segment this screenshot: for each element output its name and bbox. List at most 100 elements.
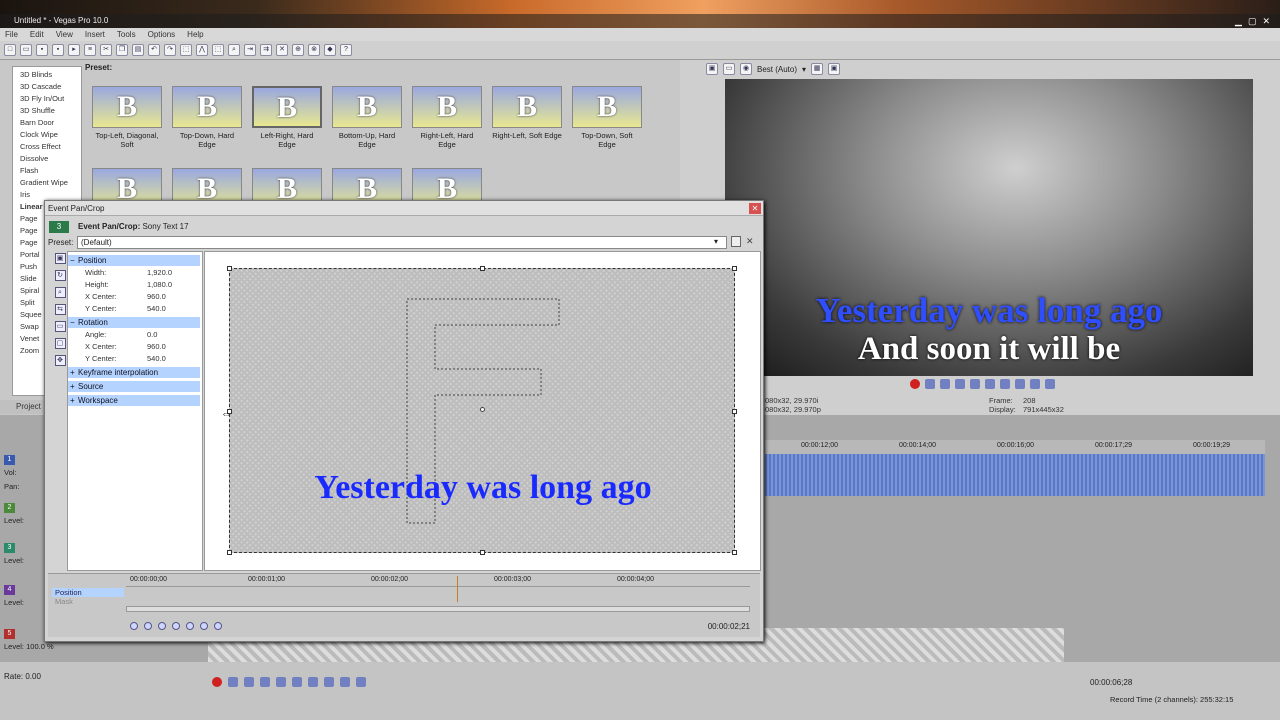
menu-tools[interactable]: Tools	[117, 28, 136, 41]
preview-properties-icon[interactable]: ▣	[706, 63, 718, 75]
collapse-icon[interactable]: −	[70, 255, 75, 266]
ignore-grouping-icon[interactable]: ⊗	[308, 44, 320, 56]
zoom-tool-icon[interactable]: ⌕	[228, 44, 240, 56]
transition-list-item[interactable]: 3D Fly In/Out	[20, 93, 81, 105]
chevron-down-icon[interactable]: ▾	[802, 65, 806, 74]
keyframe-track-position[interactable]: Position	[52, 588, 124, 597]
move-freely-icon[interactable]: ✥	[54, 355, 66, 366]
close-button[interactable]: ✕	[1262, 14, 1270, 28]
transition-list-item[interactable]: 3D Cascade	[20, 81, 81, 93]
record-icon[interactable]	[910, 379, 920, 389]
render-icon[interactable]: ▸	[68, 44, 80, 56]
transition-list-item[interactable]: Flash	[20, 165, 81, 177]
zoom-tool-icon[interactable]: ⌕	[54, 287, 66, 298]
chevron-down-icon[interactable]: ▾	[714, 237, 718, 246]
resize-handle[interactable]	[732, 550, 737, 555]
resize-handle[interactable]	[227, 550, 232, 555]
audio-waveform[interactable]	[765, 454, 1265, 496]
menu-insert[interactable]: Insert	[85, 28, 105, 41]
go-to-end-icon[interactable]	[1015, 379, 1025, 389]
previous-frame-icon[interactable]	[1030, 379, 1040, 389]
go-to-end-icon[interactable]	[324, 677, 334, 687]
expand-icon[interactable]: +	[70, 381, 75, 392]
keyframe-scrollbar[interactable]	[126, 606, 750, 612]
preview-fx-icon[interactable]: ◉	[740, 63, 752, 75]
copy-snapshot-icon[interactable]: ▣	[828, 63, 841, 75]
keyframe-ruler[interactable]: 00:00:00;00 00:00:01;00 00:00:02;00 00:00:0…	[130, 576, 750, 586]
track-header[interactable]: 4 Level:	[4, 584, 42, 630]
property-value[interactable]: 540.0	[147, 303, 166, 315]
crop-frame[interactable]: Yesterday was long ago	[227, 266, 737, 555]
transition-list-item[interactable]: 3D Blinds	[20, 69, 81, 81]
transition-list-item[interactable]: Dissolve	[20, 153, 81, 165]
paste-icon[interactable]: ▤	[132, 44, 144, 56]
property-value[interactable]: 960.0	[147, 341, 166, 353]
play-icon[interactable]	[260, 677, 270, 687]
next-keyframe-icon[interactable]	[172, 622, 180, 630]
resize-handle[interactable]	[732, 266, 737, 271]
last-keyframe-icon[interactable]	[186, 622, 194, 630]
open-icon[interactable]: ▭	[20, 44, 32, 56]
stop-icon[interactable]	[292, 677, 302, 687]
delete-preset-icon[interactable]: ✕	[746, 236, 754, 247]
transition-list-item[interactable]: Barn Door	[20, 117, 81, 129]
snap-icon[interactable]: ⇥	[244, 44, 256, 56]
dialog-close-icon[interactable]: ✕	[749, 203, 761, 214]
preset-thumbnail[interactable]: B Top-Down, Soft Edge	[572, 86, 642, 158]
go-to-start-icon[interactable]	[1000, 379, 1010, 389]
save-icon[interactable]: ▪	[36, 44, 48, 56]
transition-list-item[interactable]: 3D Shuffle	[20, 105, 81, 117]
envelope-tool-icon[interactable]: ⋀	[196, 44, 208, 56]
previous-frame-icon[interactable]	[340, 677, 350, 687]
new-icon[interactable]: □	[4, 44, 16, 56]
play-from-start-icon[interactable]	[940, 379, 950, 389]
resize-handle[interactable]	[480, 266, 485, 271]
property-group-workspace[interactable]: + Workspace	[68, 395, 200, 406]
delete-keyframe-icon[interactable]	[214, 622, 222, 630]
undo-icon[interactable]: ↶	[148, 44, 160, 56]
property-value[interactable]: 0.0	[147, 329, 157, 341]
menu-edit[interactable]: Edit	[30, 28, 44, 41]
property-value[interactable]: 960.0	[147, 291, 166, 303]
transition-list-item[interactable]: Gradient Wipe	[20, 177, 81, 189]
collapse-icon[interactable]: −	[70, 317, 75, 328]
save-preset-icon[interactable]	[731, 236, 741, 247]
property-row[interactable]: Y Center: 540.0	[85, 353, 195, 365]
expand-icon[interactable]: +	[70, 367, 75, 378]
save-as-icon[interactable]: ▪	[52, 44, 64, 56]
property-row[interactable]: X Center: 960.0	[85, 341, 195, 353]
track-header[interactable]: 3 Level:	[4, 542, 42, 588]
menu-options[interactable]: Options	[148, 28, 176, 41]
preset-thumbnail[interactable]: B Top-Left, Diagonal, Soft	[92, 86, 162, 158]
next-frame-icon[interactable]	[1045, 379, 1055, 389]
menu-file[interactable]: File	[5, 28, 18, 41]
overlays-icon[interactable]: ▦	[811, 63, 824, 75]
property-value[interactable]: 1,080.0	[147, 279, 172, 291]
size-about-center-icon[interactable]: ▢	[54, 338, 66, 349]
sync-cursor-icon[interactable]	[130, 622, 138, 630]
preset-thumbnail[interactable]: B Right-Left, Hard Edge	[412, 86, 482, 158]
resize-handle[interactable]	[227, 266, 232, 271]
keyframe-cursor[interactable]	[457, 576, 458, 602]
markers-icon[interactable]: ◆	[324, 44, 336, 56]
go-to-start-icon[interactable]	[308, 677, 318, 687]
property-value[interactable]: 1,920.0	[147, 267, 172, 279]
crossfade-icon[interactable]: ✕	[276, 44, 288, 56]
external-monitor-icon[interactable]: ▭	[723, 63, 735, 75]
expand-icon[interactable]: +	[70, 395, 75, 406]
pause-icon[interactable]	[276, 677, 286, 687]
dialog-title[interactable]: Event Pan/Crop	[45, 201, 763, 216]
center-point[interactable]	[480, 407, 485, 412]
pause-icon[interactable]	[970, 379, 980, 389]
loop-icon[interactable]	[228, 677, 238, 687]
selection-tool-icon[interactable]: ⬚	[212, 44, 224, 56]
property-group-rotation[interactable]: − Rotation	[68, 317, 200, 328]
preview-quality-select[interactable]: Best (Auto)	[757, 65, 797, 74]
property-row[interactable]: Width: 1,920.0	[85, 267, 195, 279]
property-row[interactable]: X Center: 960.0	[85, 291, 195, 303]
property-row[interactable]: Height: 1,080.0	[85, 279, 195, 291]
stop-icon[interactable]	[985, 379, 995, 389]
dialog-preset-select[interactable]: (Default)	[77, 236, 727, 249]
normal-edit-tool-icon[interactable]: ▣	[54, 253, 66, 264]
timeline-ruler[interactable]: 00:00:12;00 00:00:14;00 00:00:16;00 00:00:1…	[765, 440, 1265, 454]
